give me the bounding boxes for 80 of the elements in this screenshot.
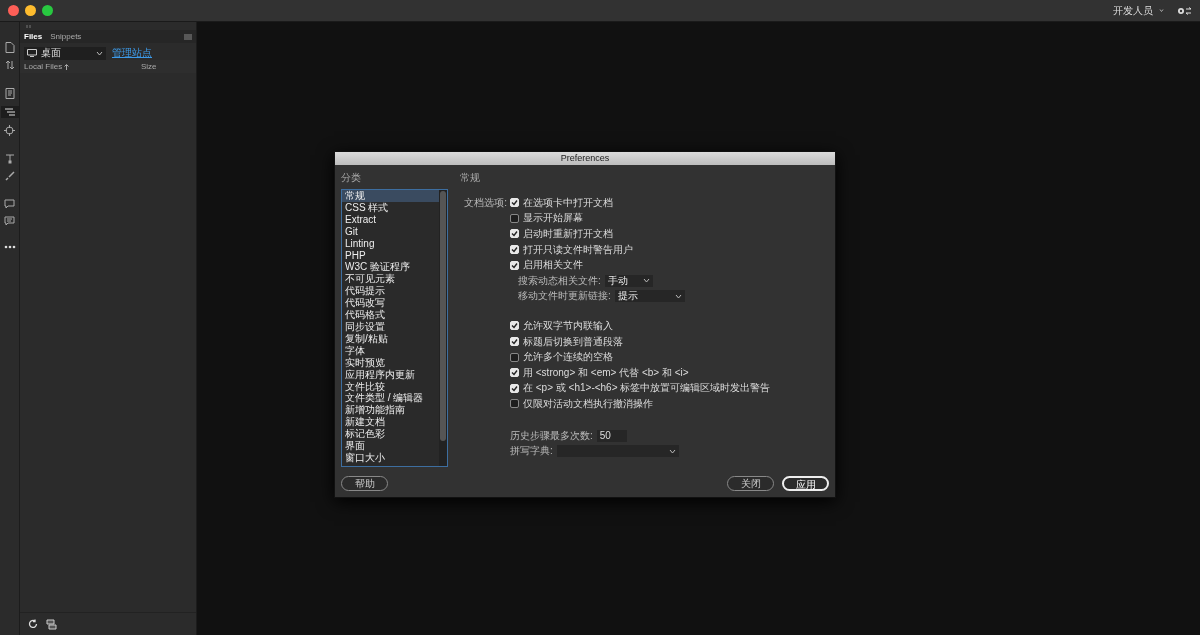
minimize-button[interactable] [25,5,36,16]
category-item[interactable]: 同步设置 [342,320,439,333]
checkbox-label[interactable]: 允许多个连续的空格 [523,350,613,365]
more-icon[interactable] [3,245,16,249]
column-header[interactable]: Size [141,62,157,71]
category-item[interactable]: 实时预览 [342,356,439,369]
checkbox-label[interactable]: 用 <strong> 和 <em> 代替 <b> 和 <i> [523,365,689,380]
sort-arrows-icon[interactable] [4,60,15,70]
column-header[interactable]: Local Files [24,62,63,71]
checkbox-label[interactable]: 显示开始屏幕 [523,211,583,226]
grip-icon[interactable] [26,24,31,28]
gear-arrows-icon[interactable] [1176,5,1192,16]
dialog-button[interactable]: 关闭 [727,476,774,491]
zoom-button[interactable] [42,5,53,16]
dropdown[interactable]: 提示 [614,290,685,303]
category-item[interactable]: 代码改写 [342,297,439,310]
category-item[interactable]: 窗口大小 [342,451,439,464]
category-item[interactable]: 界面 [342,440,439,452]
chevron-icon [668,448,676,454]
field-label: 历史步骤最多次数: [510,428,593,443]
location-dropdown[interactable]: 桌面 [24,46,106,60]
category-item[interactable]: 文件比较 [342,380,439,393]
comment-list-icon[interactable] [4,216,15,227]
category-item[interactable]: 新建文档 [342,416,439,429]
field-label: 拼写字典: [510,444,553,459]
chevron-icon [96,50,103,56]
category-item[interactable]: 标记色彩 [342,428,439,441]
checkbox-label[interactable]: 允许双字节内联输入 [523,318,613,333]
dropdown[interactable]: 手动 [604,274,653,287]
category-item[interactable]: 字体 [342,344,439,357]
category-item[interactable]: PHP [342,249,439,262]
category-item[interactable]: CSS 样式 [342,201,439,214]
field-label: 移动文件时更新链接: [518,289,611,304]
refresh-icon[interactable] [28,619,38,629]
section-heading: 常规 [460,171,481,185]
category-item[interactable]: W3C 验证程序 [342,261,439,274]
category-item[interactable]: 不可见元素 [342,273,439,286]
chevron-icon [674,293,682,299]
checkbox[interactable] [510,213,519,223]
category-item[interactable]: Extract [342,213,439,226]
comment-icon[interactable] [4,199,15,209]
group-label: 文档选项: [463,196,508,210]
category-item[interactable]: 复制/粘贴 [342,332,439,345]
checkbox-label[interactable]: 在选项卡中打开文档 [523,195,613,210]
dialog-title: Preferences [335,152,835,165]
dialog-button[interactable]: 帮助 [341,476,388,491]
new-file-icon[interactable] [4,42,15,53]
checkbox-label[interactable]: 启用相关文件 [523,258,583,273]
crosshair-icon[interactable] [4,125,15,136]
lines-icon[interactable] [3,107,16,117]
checkbox[interactable] [510,352,519,362]
checkbox-label[interactable]: 在 <p> 或 <h1>-<h6> 标签中放置可编辑区域时发出警告 [523,381,771,396]
checkbox-label[interactable]: 打开只读文件时警告用户 [523,242,633,257]
workspace-switcher[interactable]: 开发人员 [1113,3,1153,18]
dialog-button[interactable]: 应用 [782,476,829,491]
chevron-icon [642,278,650,284]
caret-icon[interactable] [1159,8,1164,13]
category-item[interactable]: 应用程序内更新 [342,368,439,381]
input-field[interactable]: 50 [596,429,627,442]
close-button[interactable] [8,5,19,16]
category-item[interactable]: Git [342,225,439,238]
panel-tab[interactable]: Snippets [50,32,82,41]
document-icon[interactable] [4,88,15,99]
scrollbar-thumb[interactable] [440,191,446,441]
monitor-icon [27,49,37,57]
category-item[interactable]: 代码格式 [342,309,439,321]
checkbox[interactable] [510,399,519,409]
category-heading: 分类 [341,171,362,185]
category-item[interactable]: 代码提示 [342,285,439,298]
category-item[interactable]: Linting [342,237,439,250]
checkbox-label[interactable]: 启动时重新打开文档 [523,227,613,241]
category-item[interactable]: 新增功能指南 [342,404,439,417]
checkbox-label[interactable]: 仅限对活动文档执行撤消操作 [523,396,653,411]
panel-tab[interactable]: Files [24,32,43,41]
manage-sites-link[interactable]: 管理站点 [112,46,152,60]
category-item[interactable]: 文件类型 / 编辑器 [342,392,439,405]
checkbox-label[interactable]: 标题后切换到普通段落 [523,334,623,349]
field-label: 搜索动态相关文件: [518,273,601,288]
category-item[interactable]: 常规 [342,190,439,202]
up-arrow-icon[interactable] [64,63,70,70]
